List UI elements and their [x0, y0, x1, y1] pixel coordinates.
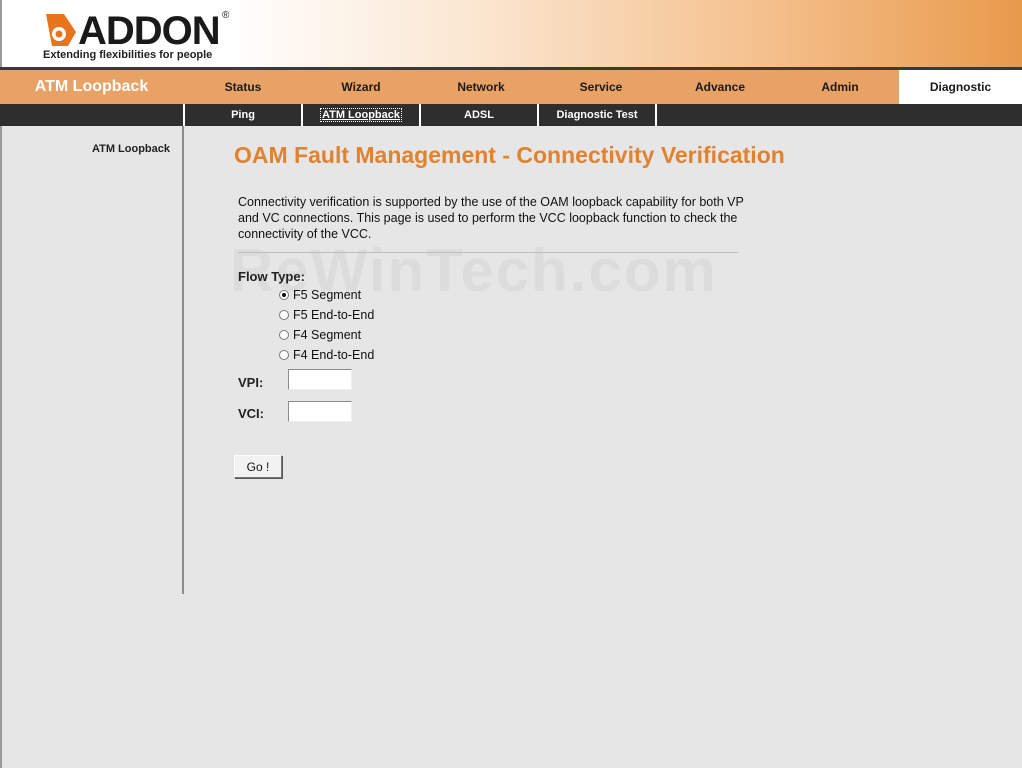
subnav-tab-adsl-label: ADSL: [464, 109, 494, 121]
section-title: ATM Loopback: [34, 78, 149, 95]
sidebar-item-atm-loopback[interactable]: ATM Loopback: [20, 143, 170, 155]
page-title: OAM Fault Management - Connectivity Veri…: [234, 142, 785, 168]
nav-tab-network[interactable]: Network: [421, 70, 541, 104]
vpi-input[interactable]: [288, 369, 352, 390]
router-admin-page: ADDON ® Extending flexibilities for peop…: [0, 0, 1022, 768]
main-nav: ATM Loopback Status Wizard Network Servi…: [0, 70, 1022, 104]
flow-option-f4-segment[interactable]: F4 Segment: [279, 326, 361, 344]
radio-label-f5-end-to-end: F5 End-to-End: [293, 308, 375, 322]
subnav-tab-ping-label: Ping: [231, 109, 255, 121]
header-banner: ADDON ® Extending flexibilities for peop…: [0, 0, 1022, 69]
logo-wordmark: ADDON: [78, 9, 221, 53]
flow-type-label: Flow Type:: [238, 269, 305, 284]
subnav-tab-diagnostic-test-label: Diagnostic Test: [556, 109, 638, 121]
nav-tab-advance[interactable]: Advance: [660, 70, 780, 104]
radio-label-f4-end-to-end: F4 End-to-End: [293, 348, 375, 362]
subnav-tab-ping[interactable]: Ping: [183, 104, 301, 126]
page-description: Connectivity verification is supported b…: [238, 195, 744, 241]
description-divider: [238, 252, 738, 253]
addon-logo-mark-icon: [46, 14, 76, 46]
left-border: [0, 126, 2, 768]
flow-option-f4-end-to-end[interactable]: F4 End-to-End: [279, 346, 374, 364]
radio-label-f5-segment: F5 Segment: [293, 288, 362, 302]
nav-tab-wizard[interactable]: Wizard: [301, 70, 421, 104]
radio-f5-segment[interactable]: [279, 290, 289, 300]
flow-option-f5-end-to-end[interactable]: F5 End-to-End: [279, 306, 374, 324]
registered-mark: ®: [222, 10, 230, 21]
sub-nav: Ping ATM Loopback ADSL Diagnostic Test: [0, 104, 1022, 126]
flow-option-f5-segment[interactable]: F5 Segment: [279, 286, 361, 304]
addon-logo: ADDON ® Extending flexibilities for peop…: [42, 8, 242, 64]
nav-tab-service[interactable]: Service: [541, 70, 661, 104]
sidebar-divider: [182, 126, 184, 594]
subnav-tab-atm-loopback-label: ATM Loopback: [319, 108, 403, 122]
vci-label: VCI:: [238, 406, 264, 421]
nav-tab-status[interactable]: Status: [183, 70, 303, 104]
subnav-tab-atm-loopback[interactable]: ATM Loopback: [301, 104, 419, 126]
vci-input[interactable]: [288, 401, 352, 422]
nav-tab-diagnostic[interactable]: Diagnostic: [899, 70, 1022, 104]
radio-f4-segment[interactable]: [279, 330, 289, 340]
radio-label-f4-segment: F4 Segment: [293, 328, 362, 342]
radio-f5-end-to-end[interactable]: [279, 310, 289, 320]
subnav-tab-diagnostic-test[interactable]: Diagnostic Test: [537, 104, 657, 126]
subnav-tab-adsl[interactable]: ADSL: [419, 104, 537, 126]
vpi-label: VPI:: [238, 375, 264, 390]
logo-tagline: Extending flexibilities for people: [43, 49, 213, 61]
go-button[interactable]: Go !: [234, 455, 282, 478]
nav-tab-admin[interactable]: Admin: [780, 70, 900, 104]
radio-f4-end-to-end[interactable]: [279, 350, 289, 360]
